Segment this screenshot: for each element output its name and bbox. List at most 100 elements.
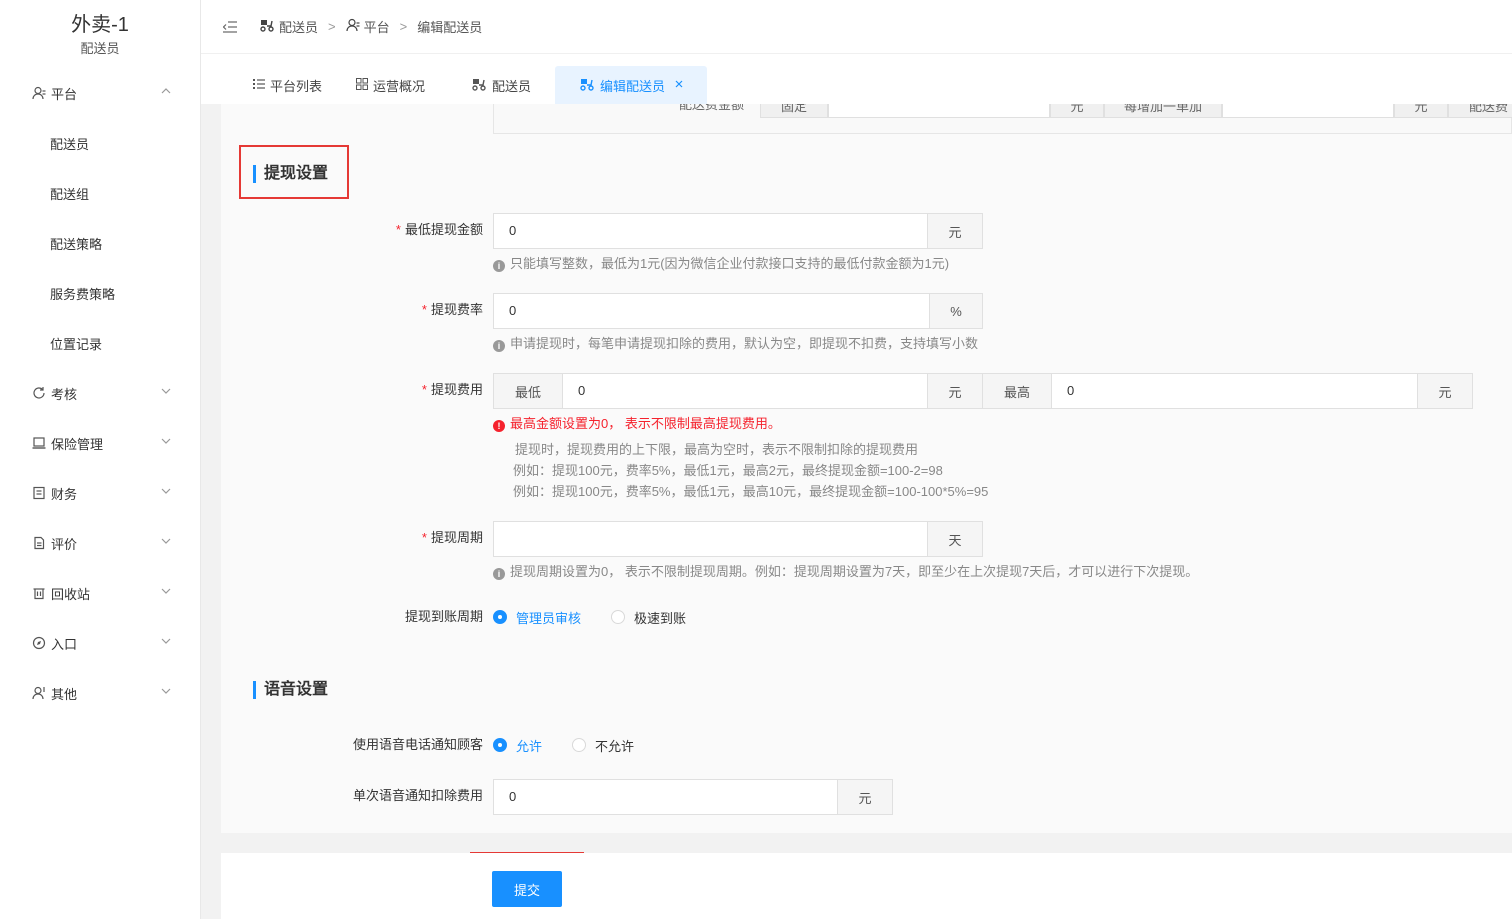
tab-operations-overview[interactable]: 运营概况 [348,66,471,104]
min-addon: 最低 [494,374,563,408]
content-gutter [201,104,221,919]
radio-disallow[interactable]: 不允许 [572,736,634,755]
unit-addon: 元 [927,214,982,248]
info-icon: i [493,568,505,580]
sidebar: 外卖-1 配送员 平台 配送员 配送组 配送策略 服务费策略 位置记录 考核 保… [0,0,201,919]
withdraw-fee-desc: 提现时，提现费用的上下限，最高为空时，表示不限制扣除的提现费用 [515,442,919,457]
withdraw-arrival-label: 提现到账周期 [404,609,483,624]
breadcrumb-separator: > [399,19,408,34]
delivery-fee-fixed-input[interactable] [828,104,1050,118]
withdraw-rate-group: 0 % [493,293,983,329]
info-icon: i [493,340,505,352]
radio-unchecked [572,738,587,752]
tab-platform-list[interactable]: 平台列表 [201,66,348,104]
sidebar-group-review[interactable]: 评价 [0,518,200,568]
refresh-icon [31,385,47,401]
sidebar-group-recycle-bin[interactable]: 回收站 [0,568,200,618]
withdraw-period-hint: i 提现周期设置为0， 表示不限制提现周期。例如：提现周期设置为7天，即至少在上次… [493,562,1198,582]
min-withdraw-input[interactable]: 0 [494,214,927,248]
withdraw-fee-max-input[interactable]: 0 [1052,374,1417,408]
breadcrumb-item[interactable]: 平台 [364,17,390,36]
breadcrumb-item[interactable]: 配送员 [279,17,318,36]
day-addon: 天 [927,522,982,556]
brand-title: 外卖-1 [71,14,129,36]
list-icon [253,78,265,93]
chevron-down-icon [160,585,172,597]
chevron-down-icon [160,635,172,647]
main-content: 配送费金额 固定 元 每增加一单加 元 配送费 提现设置 * 最低提现金额 0 元… [221,104,1512,833]
sidebar-item-courier[interactable]: 配送员 [0,118,200,168]
radio-checked [493,610,507,624]
sidebar-group-label: 入口 [51,636,78,652]
radio-instant-arrival[interactable]: 极速到账 [611,608,686,627]
error-icon: ! [493,420,505,432]
delivery-fee-tail: 配送费 [1448,104,1512,118]
scooter-icon [259,18,275,35]
withdraw-period-input[interactable] [494,522,927,556]
info-icon: i [493,260,505,272]
breadcrumb: 配送员 > 平台 > 编辑配送员 [259,17,482,36]
user-icon [346,18,360,35]
tab-courier[interactable]: 配送员 [471,66,555,104]
delivery-fee-each-add: 每增加一单加 [1104,104,1222,118]
tab-label: 编辑配送员 [600,78,666,94]
sidebar-item-delivery-strategy[interactable]: 配送策略 [0,218,200,268]
sidebar-group-label: 财务 [51,486,78,502]
trash-icon [31,585,47,601]
close-icon[interactable] [675,79,683,91]
sidebar-group-assessment[interactable]: 考核 [0,368,200,418]
tab-bar: 平台列表 运营概况 配送员 编辑配送员 [201,66,708,104]
voice-fee-input[interactable]: 0 [494,780,837,814]
min-withdraw-hint: i 只能填写整数，最低为1元(因为微信企业付款接口支持的最低付款金额为1元) [493,254,949,274]
sidebar-group-platform[interactable]: 平台 [0,68,200,118]
sidebar-item-courier-group[interactable]: 配送组 [0,168,200,218]
chevron-down-icon [160,535,172,547]
voice-notify-label: 使用语音电话通知顾客 [352,737,483,752]
user-plus-icon [31,685,47,701]
chevron-down-icon [160,485,172,497]
radio-checked [493,738,507,752]
delivery-fee-unit: 元 [1394,104,1448,118]
withdraw-period-label: * 提现周期 [421,530,483,545]
sidebar-group-label: 回收站 [51,586,91,602]
sidebar-group-entrance[interactable]: 入口 [0,618,200,668]
sidebar-group-finance[interactable]: 财务 [0,468,200,518]
sidebar-group-insurance[interactable]: 保险管理 [0,418,200,468]
dashboard-icon [356,77,369,93]
tab-edit-courier[interactable]: 编辑配送员 [555,66,708,104]
withdraw-fee-example: 例如：提现100元，费率5%，最低1元，最高2元，最终提现金额=100-2=98 [513,463,943,478]
delivery-fee-each-input[interactable] [1222,104,1394,118]
voice-fee-label: 单次语音通知扣除费用 [352,788,483,803]
sidebar-group-label: 其他 [51,686,78,702]
delivery-fee-label: 配送费金额 [679,104,745,112]
sidebar-item-service-fee-strategy[interactable]: 服务费策略 [0,268,200,318]
ledger-icon [31,485,47,501]
min-withdraw-group: 0 元 [493,213,983,249]
submit-button[interactable]: 提交 [492,871,562,907]
delivery-fee-row: 配送费金额 固定 元 每增加一单加 元 配送费 [493,104,1512,134]
sidebar-group-label: 平台 [51,86,78,102]
withdraw-rate-input[interactable]: 0 [494,294,929,328]
tab-label: 运营概况 [373,78,426,94]
radio-admin-review[interactable]: 管理员审核 [493,608,581,627]
laptop-icon [31,435,47,451]
document-icon [31,535,47,551]
withdraw-fee-example: 例如：提现100元，费率5%，最低1元，最高10元，最终提现金额=100-100… [513,484,989,499]
unit-addon: 元 [837,780,892,814]
delivery-fee-unit: 元 [1050,104,1104,118]
breadcrumb-item-current: 编辑配送员 [417,20,483,35]
menu-fold-icon[interactable] [223,19,239,35]
tab-label: 配送员 [492,78,532,94]
chevron-down-icon [160,435,172,447]
scooter-icon [579,77,595,94]
brand: 外卖-1 配送员 [0,0,200,68]
withdraw-fee-min-input[interactable]: 0 [563,374,927,408]
sidebar-group-other[interactable]: 其他 [0,668,200,718]
topbar: 配送员 > 平台 > 编辑配送员 [201,0,1512,54]
radio-allow[interactable]: 允许 [493,736,542,755]
delivery-fee-fixed-addon: 固定 [760,104,828,118]
max-addon: 最高 [983,374,1052,408]
withdraw-rate-hint: i 申请提现时，每笔申请提现扣除的费用，默认为空，即提现不扣费，支持填写小数 [493,334,978,354]
scooter-icon [471,77,487,94]
sidebar-item-location-record[interactable]: 位置记录 [0,318,200,368]
